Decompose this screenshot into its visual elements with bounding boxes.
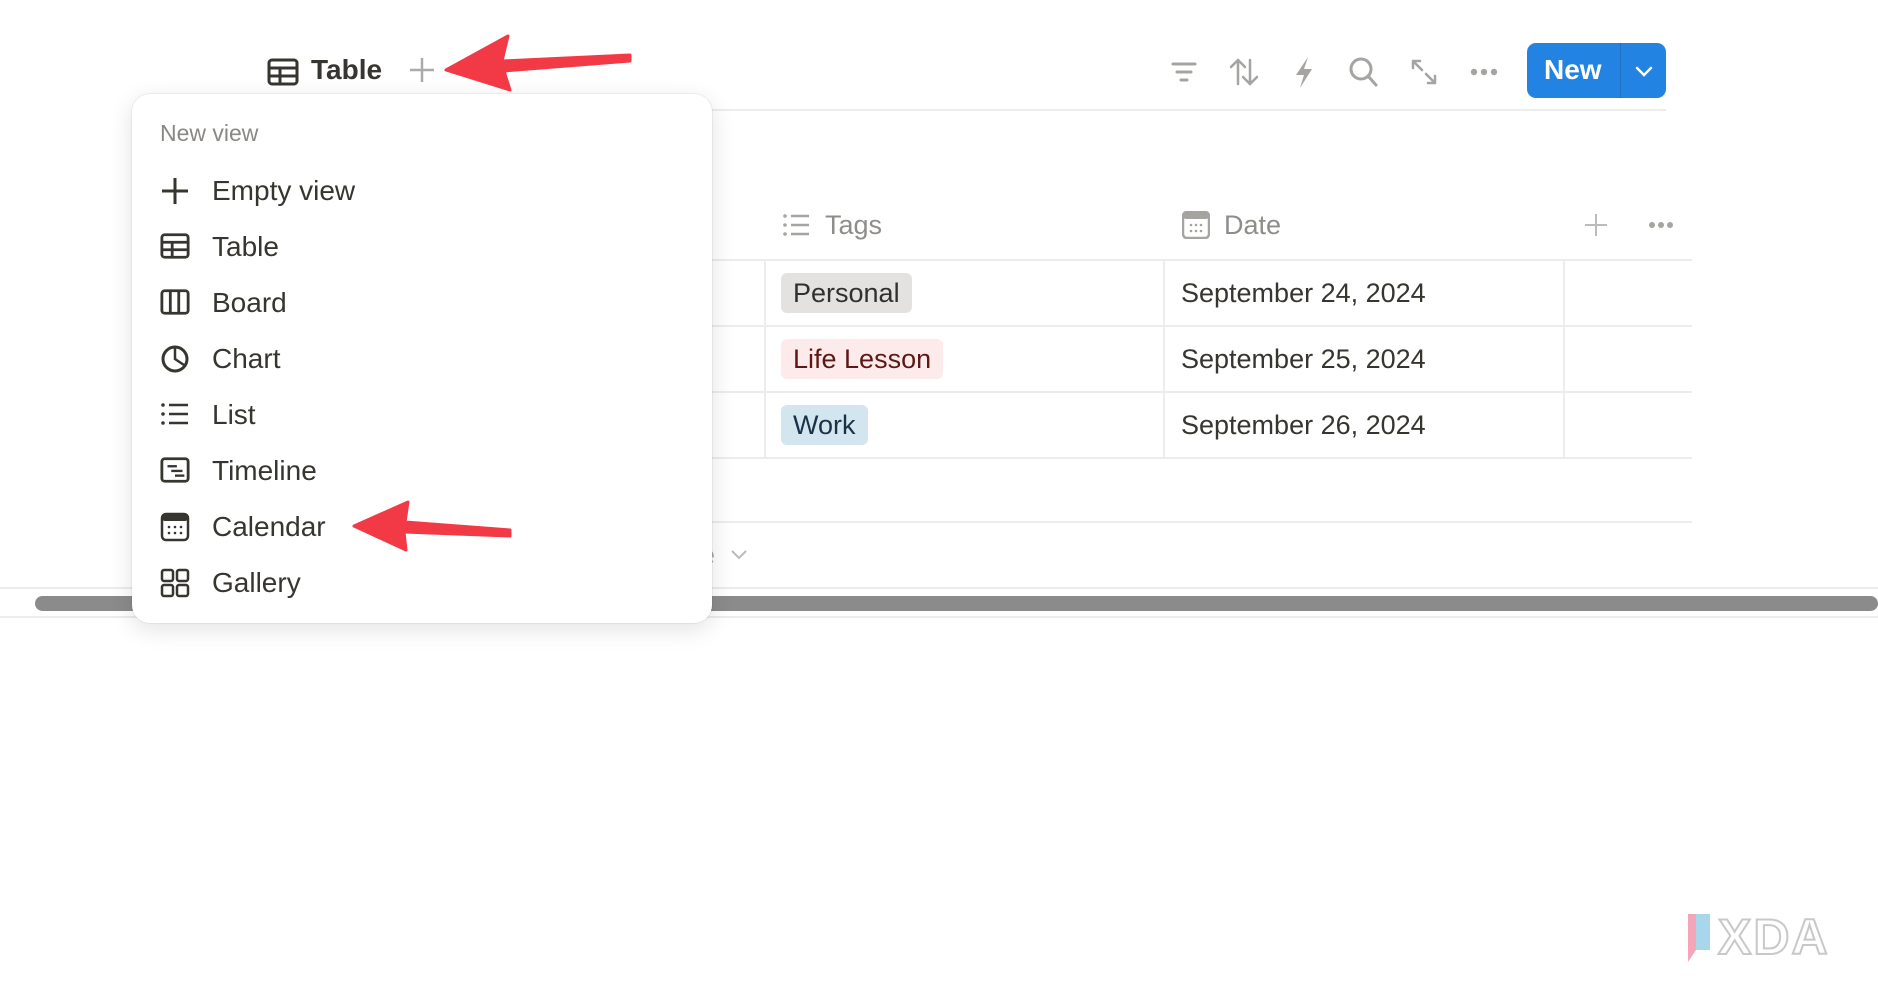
menu-item-label: Table [212, 231, 279, 262]
tag-pill[interactable]: Work [781, 405, 868, 445]
menu-item-gallery[interactable]: Gallery [140, 557, 704, 609]
calendar-icon [1182, 211, 1210, 239]
annotation-arrow-icon [444, 34, 632, 92]
gallery-icon [160, 568, 190, 598]
view-tab-table[interactable]: Table [311, 54, 382, 86]
list-icon [783, 214, 809, 236]
row-divider [700, 259, 1692, 261]
date-cell[interactable]: September 25, 2024 [1181, 344, 1426, 375]
lightning-icon[interactable] [1284, 52, 1324, 92]
date-cell[interactable]: September 26, 2024 [1181, 410, 1426, 441]
column-divider [1563, 260, 1565, 457]
column-header-date[interactable]: Date [1224, 210, 1281, 241]
column-divider [764, 260, 766, 457]
toolbar-divider [700, 109, 1666, 111]
row-divider [700, 457, 1692, 459]
chart-icon [161, 345, 189, 373]
menu-item-label: Board [212, 287, 287, 318]
column-header-tags[interactable]: Tags [825, 210, 882, 241]
menu-item-chart[interactable]: Chart [140, 333, 704, 385]
menu-item-timeline[interactable]: Timeline [140, 445, 704, 497]
menu-item-label: Timeline [212, 455, 317, 486]
menu-item-table[interactable]: Table [140, 221, 704, 273]
tag-pill[interactable]: Personal [781, 273, 912, 313]
row-divider [700, 391, 1692, 393]
chevron-down-icon[interactable] [1633, 61, 1655, 81]
menu-item-label: Gallery [212, 567, 301, 598]
list-icon [161, 403, 188, 425]
menu-item-label: Chart [212, 343, 281, 374]
table-icon [160, 233, 190, 259]
xda-logo-icon [1682, 914, 1710, 962]
column-more-icon[interactable] [1647, 218, 1675, 232]
menu-item-label: Calendar [212, 511, 326, 542]
xda-watermark: XDA [1676, 908, 1856, 968]
timeline-icon [160, 457, 190, 483]
row-divider [700, 325, 1692, 327]
filter-icon[interactable] [1164, 52, 1204, 92]
sort-icon[interactable] [1224, 52, 1264, 92]
column-divider [1163, 260, 1165, 457]
menu-item-list[interactable]: List [140, 389, 704, 441]
search-icon[interactable] [1344, 52, 1384, 92]
menu-item-empty-view[interactable]: Empty view [140, 165, 704, 217]
table-icon [267, 58, 299, 86]
date-cell[interactable]: September 24, 2024 [1181, 278, 1426, 309]
expand-icon[interactable] [1404, 52, 1444, 92]
new-button[interactable]: New [1527, 43, 1666, 98]
menu-title: New view [160, 120, 259, 146]
table-footer-divider [700, 521, 1692, 523]
new-button-label: New [1544, 54, 1602, 85]
annotation-arrow-icon [352, 500, 512, 552]
more-icon[interactable] [1464, 52, 1504, 92]
menu-item-label: Empty view [212, 175, 356, 206]
plus-icon [162, 178, 188, 204]
chevron-down-icon[interactable] [730, 548, 748, 562]
tag-pill[interactable]: Life Lesson [781, 339, 944, 379]
add-column-plus-icon[interactable] [1584, 213, 1608, 237]
menu-item-board[interactable]: Board [140, 277, 704, 329]
add-view-plus-icon[interactable] [408, 56, 436, 84]
divider [1620, 43, 1621, 98]
calendar-icon [160, 512, 190, 542]
board-icon [160, 289, 190, 315]
menu-item-label: List [212, 399, 256, 430]
